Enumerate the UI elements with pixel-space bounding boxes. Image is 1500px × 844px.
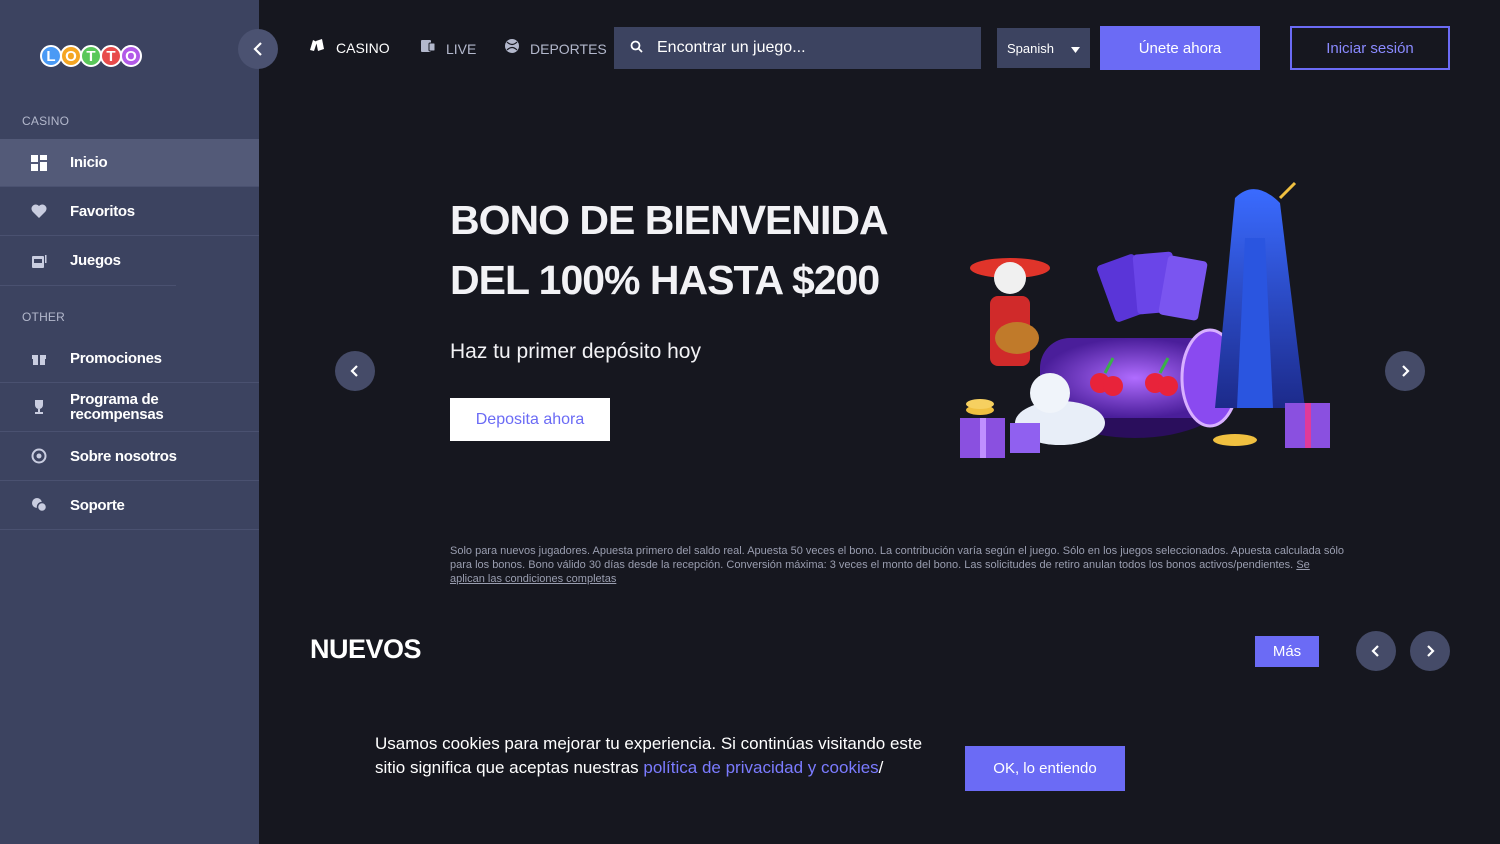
sidebar-section-casino: CASINO xyxy=(22,114,70,128)
nav-live[interactable]: LIVE xyxy=(420,38,476,59)
caret-down-icon xyxy=(1071,41,1080,56)
sidebar-collapse-button[interactable] xyxy=(238,29,278,69)
logo-letter: O xyxy=(60,45,82,67)
nav-live-label: LIVE xyxy=(446,40,477,57)
sidebar-item-soporte[interactable]: Soporte xyxy=(0,481,259,530)
sidebar-item-label: Juegos xyxy=(70,252,121,269)
join-button[interactable]: Únete ahora xyxy=(1100,26,1260,70)
search-icon xyxy=(630,40,643,56)
nav-deportes-label: DEPORTES xyxy=(530,40,607,57)
chevron-left-icon xyxy=(253,42,262,56)
more-button[interactable]: Más xyxy=(1255,636,1319,667)
sidebar-item-label: Favoritos xyxy=(70,202,135,220)
slot-machine-icon xyxy=(30,252,48,270)
chevron-left-icon xyxy=(1371,645,1379,657)
search-bar[interactable] xyxy=(614,27,981,69)
hero-title-line1: BONO DE BIENVENIDA xyxy=(450,197,889,243)
bonus-terms-text: Solo para nuevos jugadores. Apuesta prim… xyxy=(450,545,1345,571)
logo-letter: T xyxy=(80,45,102,67)
lotto-logo[interactable]: L O T T O xyxy=(40,38,150,74)
sidebar-section-other: OTHER xyxy=(22,310,65,324)
hero-subtitle: Haz tu primer depósito hoy xyxy=(450,340,701,363)
chevron-left-icon xyxy=(350,365,358,377)
hero-casino-illustration xyxy=(960,181,1330,458)
login-button[interactable]: Iniciar sesión xyxy=(1290,26,1450,70)
cards-icon xyxy=(308,38,326,57)
cookie-accept-button[interactable]: OK, lo entiendo xyxy=(965,746,1125,791)
logo-letter: L xyxy=(40,45,62,67)
sidebar-item-inicio[interactable]: Inicio xyxy=(0,139,259,187)
logo-letter: O xyxy=(120,45,142,67)
sidebar-item-favoritos[interactable]: Favoritos xyxy=(0,187,259,236)
sidebar-item-label: Inicio xyxy=(70,154,108,171)
logo-letter: T xyxy=(100,45,122,67)
nuevos-prev-button[interactable] xyxy=(1356,631,1396,671)
nav-casino-label: CASINO xyxy=(336,39,390,56)
chat-icon xyxy=(30,496,48,514)
info-circle-icon xyxy=(30,447,48,465)
sidebar-item-label: Promociones xyxy=(70,349,162,367)
hero-next-button[interactable] xyxy=(1385,351,1425,391)
live-cards-icon xyxy=(420,38,436,59)
bonus-terms: Solo para nuevos jugadores. Apuesta prim… xyxy=(450,544,1345,586)
sidebar-item-label: Soporte xyxy=(70,496,125,514)
sidebar-item-label: Sobre nosotros xyxy=(70,447,177,465)
deposit-button[interactable]: Deposita ahora xyxy=(450,398,610,441)
cookie-suffix: / xyxy=(878,758,884,777)
sidebar: L O T T O CASINO Inicio Favoritos Juegos… xyxy=(0,0,259,844)
search-input[interactable] xyxy=(657,39,957,57)
nuevos-next-button[interactable] xyxy=(1410,631,1450,671)
sidebar-item-sobre-nosotros[interactable]: Sobre nosotros xyxy=(0,432,259,481)
language-value: Spanish xyxy=(1007,40,1054,56)
ball-icon xyxy=(504,38,520,59)
hero-title-line2: DEL 100% HASTA $200 xyxy=(450,257,880,303)
sidebar-divider xyxy=(0,285,176,286)
hero-prev-button[interactable] xyxy=(335,351,375,391)
sidebar-item-label: Programa de recompensas xyxy=(70,391,164,423)
grid-icon xyxy=(30,154,48,172)
nav-casino[interactable]: CASINO xyxy=(308,38,390,57)
section-title-nuevos: NUEVOS xyxy=(310,634,422,664)
heart-icon xyxy=(30,202,48,220)
cookie-message: Usamos cookies para mejorar tu experienc… xyxy=(375,732,935,780)
language-select[interactable]: Spanish xyxy=(997,28,1090,68)
nav-deportes[interactable]: DEPORTES xyxy=(504,38,607,59)
sidebar-item-juegos[interactable]: Juegos xyxy=(0,236,259,285)
chevron-right-icon xyxy=(1427,645,1435,657)
gift-icon xyxy=(30,349,48,367)
sidebar-item-promociones[interactable]: Promociones xyxy=(0,334,259,383)
chevron-right-icon xyxy=(1402,365,1410,377)
trophy-icon xyxy=(30,398,48,416)
hero-title: BONO DE BIENVENIDA DEL 100% HASTA $200 xyxy=(450,190,889,310)
sidebar-item-recompensas[interactable]: Programa de recompensas xyxy=(0,383,259,432)
privacy-policy-link[interactable]: política de privacidad y cookies xyxy=(643,758,878,777)
